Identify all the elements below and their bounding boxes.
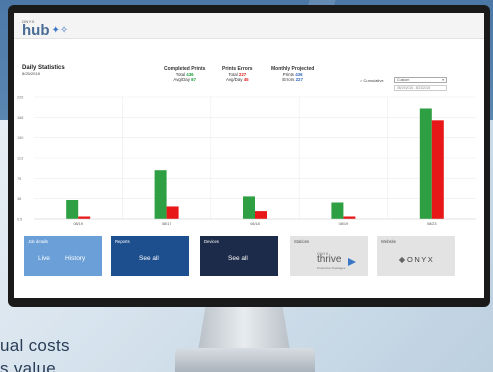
tile-job-details: Job details Live History [24,236,102,276]
bar-completed [243,196,255,219]
bar-completed [66,199,79,219]
page-date: 8/25/2018 [22,71,40,76]
stat-prints-errors: Prints Errors Total 227 Avg/Day 45 [222,66,253,82]
monitor-stand-base [175,348,315,372]
stat-monthly-projected: Monthly Projected Prints 436 Errors 227 [271,66,314,82]
x-tick-label: 08/18 [250,222,260,226]
bar-errors [78,216,91,219]
y-tick-label: 188 [17,116,23,120]
y-tick-label: 75 [17,177,21,181]
tile-reports[interactable]: Reports See all [111,236,189,276]
stat-row-errors: Errors 227 [271,77,314,82]
stat-value: 87 [191,77,197,82]
cumulative-toggle[interactable]: ○ Cumulative [360,78,384,83]
x-tick-label: 08/17 [162,222,172,226]
x-tick-label: 08/19 [73,222,83,226]
x-tick-label: 08/19 [339,222,349,226]
logo-brand-small: ONYX [22,19,35,24]
chevron-down-icon: ▾ [442,78,444,82]
tile-devices[interactable]: Devices See all [200,236,278,276]
nav-tiles: Job details Live History Reports See all… [24,236,474,278]
y-tick-label: 113 [17,157,23,161]
monitor-stand-neck [198,307,290,351]
live-button[interactable]: Live [38,255,50,262]
history-button[interactable]: History [65,255,85,262]
tile-label: Job details [28,239,49,244]
reports-see-all-button[interactable]: See all [139,255,159,262]
x-tick-label: 08/23 [427,222,437,226]
stat-label: Avg/Day [173,77,190,82]
app-screen: ONYX hub ✦✧ Daily Statistics 8/25/2018 C… [14,13,484,298]
bar-errors [431,120,444,219]
range-select-value: Custom [397,78,410,82]
bar-completed [331,202,344,219]
caption-text: ual costs s value [0,336,70,372]
bar-completed [154,170,167,219]
stat-value: 45 [243,77,249,82]
app-logo[interactable]: ONYX hub ✦✧ [22,19,484,38]
thrive-logo-text: thrive [317,254,342,265]
stat-row-avg: Avg/Day 45 [222,77,253,82]
top-bar: ONYX hub ✦✧ [14,13,484,39]
y-tick-label: 150 [17,136,23,140]
onyx-diamond-icon [398,256,406,264]
stat-label: Avg/Day [225,77,243,82]
y-tick-label: 0.5 [17,218,22,222]
stats-header: Daily Statistics 8/25/2018 Completed Pri… [14,39,484,91]
bar-errors [166,206,179,219]
caption-line-1: ual costs [0,336,70,355]
logo-brand-name: hub [22,22,50,39]
thrive-subtitle: Production Packages [317,266,346,270]
stat-label: Errors [282,77,295,82]
y-tick-label: 226 [17,96,23,100]
stat-completed-prints: Completed Prints Total 436 Avg/Day 87 [164,66,205,82]
tile-label: Devices [204,239,219,244]
hub-star-icon: ✦✧ [51,25,69,36]
stat-value: 227 [295,77,303,82]
onyx-logo-text: ONYX [407,255,435,264]
tile-label: Website [381,239,397,244]
stat-row-avg: Avg/Day 87 [164,77,205,82]
bar-completed [419,108,432,219]
caption-line-2: s value [0,359,56,372]
bar-errors [343,216,356,219]
onyx-logo: ONYX [398,255,435,264]
bar-errors [255,211,267,219]
tile-label: Reports [115,239,130,244]
cumulative-label: Cumulative [363,78,384,83]
tile-stations[interactable]: Stations ONYX thrive Production Packages [290,236,368,276]
y-tick-label: 38 [17,197,21,201]
range-select[interactable]: Custom ▾ [394,77,447,83]
thrive-arrow-icon [348,258,356,266]
daily-bar-chart: 0.5 38 75 113 150 188 226 08/19 08/17 08/18 08/19 0… [17,96,476,226]
tile-website[interactable]: Website ONYX [377,236,455,276]
tile-label: Stations [294,239,310,244]
devices-see-all-button[interactable]: See all [228,255,248,262]
